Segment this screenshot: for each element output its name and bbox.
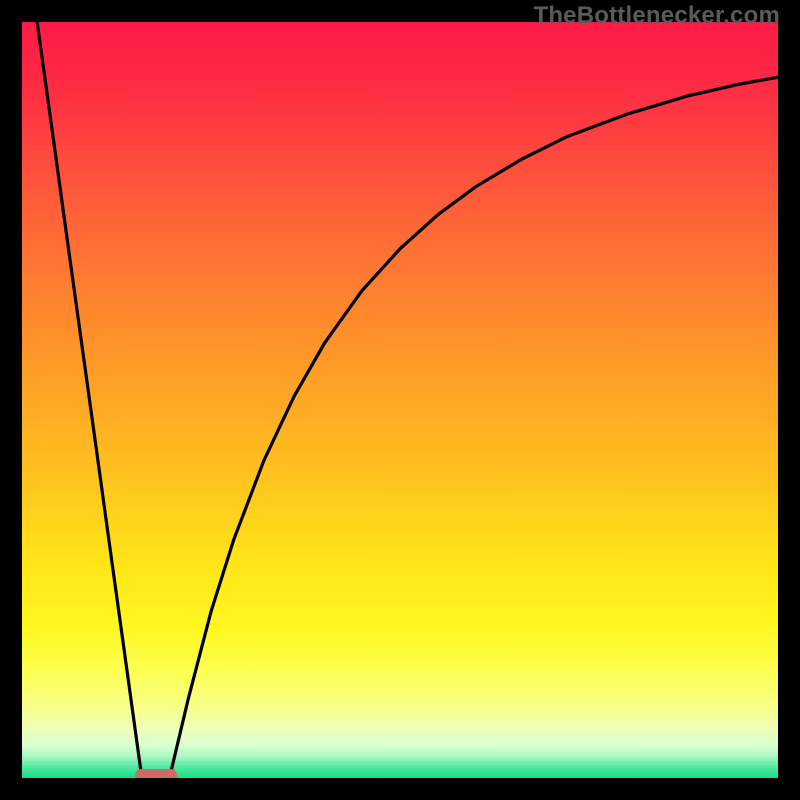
watermark-text: TheBottlenecker.com <box>533 2 780 30</box>
chart-frame: TheBottlenecker.com <box>0 0 800 800</box>
plot-area <box>22 22 778 778</box>
bottleneck-marker <box>135 769 177 778</box>
gradient-background <box>22 22 778 778</box>
chart-svg <box>22 22 778 778</box>
